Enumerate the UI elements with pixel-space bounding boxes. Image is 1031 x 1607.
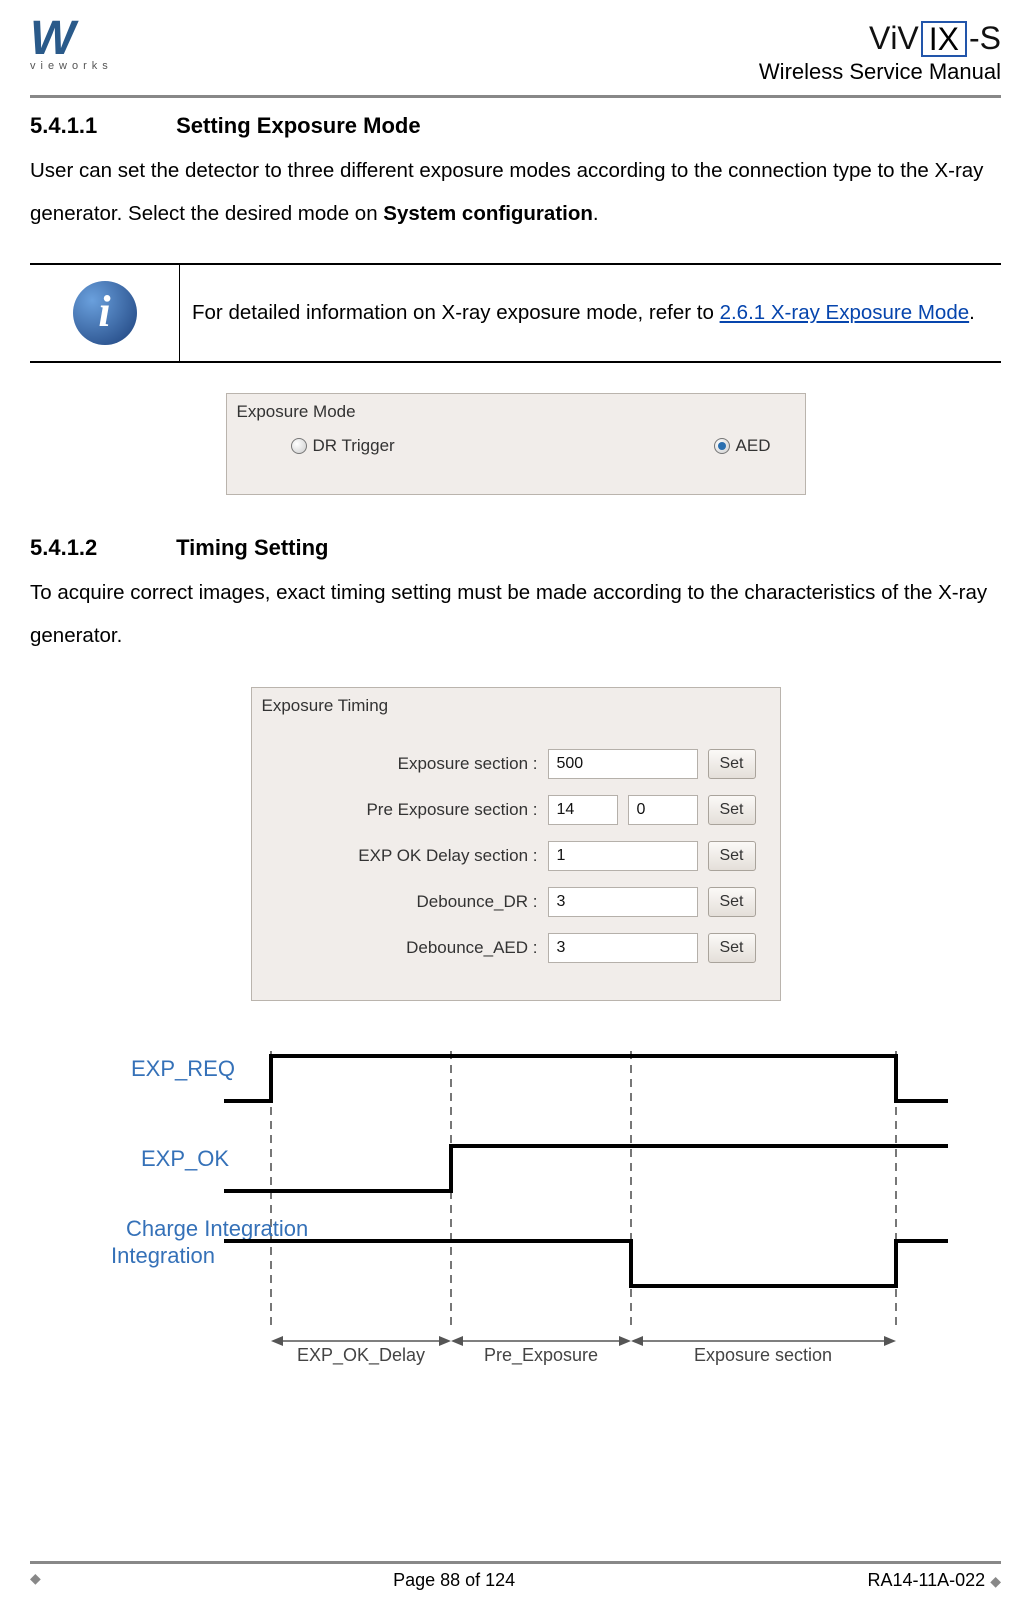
radio-label: DR Trigger [313,436,395,456]
w-logo-icon: W [30,20,113,58]
brand-name: vieworks [30,60,113,72]
exposure-section-input[interactable]: 500 [548,749,698,779]
section-number: 5.4.1.1 [30,113,170,139]
info-note: i For detailed information on X-ray expo… [30,263,1001,363]
field-label: Debounce_DR : [338,892,538,912]
text-fragment: . [969,301,975,324]
exposure-mode-panel: Exposure Mode DR Trigger AED [226,393,806,495]
radio-label: AED [736,436,771,456]
set-button[interactable]: Set [708,887,756,917]
set-button[interactable]: Set [708,749,756,779]
field-label: Pre Exposure section : [338,800,538,820]
section1-paragraph: User can set the detector to three diffe… [30,149,1001,235]
set-button[interactable]: Set [708,933,756,963]
signal-label-charge: Charge Integration [126,1216,308,1241]
exp-ok-delay-input[interactable]: 1 [548,841,698,871]
panel-title: Exposure Timing [256,692,776,726]
section-title: Setting Exposure Mode [176,113,420,138]
info-icon: i [73,281,137,345]
field-label: EXP OK Delay section : [338,846,538,866]
set-button[interactable]: Set [708,795,756,825]
section-title: Timing Setting [176,535,328,560]
radio-icon [291,438,307,454]
debounce-dr-input[interactable]: 3 [548,887,698,917]
decoration-icon: ◆ [30,1570,41,1591]
page-footer: ◆ Page 88 of 124 RA14-11A-022 ◆ [30,1561,1001,1591]
exposure-timing-panel: Exposure Timing Exposure section : 500 S… [251,687,781,1001]
panel-title: Exposure Mode [231,398,801,432]
row-exp-ok-delay: EXP OK Delay section : 1 Set [266,838,756,874]
timing-diagram: EXP_REQ EXP_OK Charge Integration Integr… [66,1041,966,1371]
text-fragment: For detailed information on X-ray exposu… [192,301,720,324]
pre-exposure-input-1[interactable]: 14 [548,795,618,825]
radio-aed[interactable]: AED [714,436,771,456]
doc-number: RA14-11A-022 [867,1570,985,1590]
signal-label-exp-ok: EXP_OK [141,1146,229,1171]
text-fragment: . [593,202,599,225]
field-label: Exposure section : [338,754,538,774]
signal-label-integration: Integration [111,1243,215,1268]
radio-dr-trigger[interactable]: DR Trigger [291,436,395,456]
section-heading-5-4-1-1: 5.4.1.1 Setting Exposure Mode [30,113,1001,139]
set-button[interactable]: Set [708,841,756,871]
text-bold: System configuration [383,202,593,225]
arrow-label-exposure-section: Exposure section [693,1345,831,1365]
xray-mode-link[interactable]: 2.6.1 X-ray Exposure Mode [720,301,970,324]
section-heading-5-4-1-2: 5.4.1.2 Timing Setting [30,535,1001,561]
signal-label-exp-req: EXP_REQ [131,1056,235,1081]
row-debounce-dr: Debounce_DR : 3 Set [266,884,756,920]
info-text: For detailed information on X-ray exposu… [180,265,1001,361]
product-logo: ViVIX-S [869,20,1001,57]
radio-selected-icon [714,438,730,454]
brand-logo: W vieworks [30,20,113,72]
section2-paragraph: To acquire correct images, exact timing … [30,571,1001,657]
debounce-aed-input[interactable]: 3 [548,933,698,963]
decoration-icon: ◆ [990,1573,1001,1589]
page-header: W vieworks ViVIX-S Wireless Service Manu… [30,20,1001,98]
page-number: Page 88 of 124 [393,1570,515,1591]
row-pre-exposure-section: Pre Exposure section : 14 0 Set [266,792,756,828]
section-number: 5.4.1.2 [30,535,170,561]
arrow-label-exp-ok-delay: EXP_OK_Delay [296,1345,424,1366]
field-label: Debounce_AED : [338,938,538,958]
doc-title: Wireless Service Manual [759,59,1001,85]
arrow-label-pre-exposure: Pre_Exposure [483,1345,597,1366]
row-exposure-section: Exposure section : 500 Set [266,746,756,782]
pre-exposure-input-2[interactable]: 0 [628,795,698,825]
row-debounce-aed: Debounce_AED : 3 Set [266,930,756,966]
